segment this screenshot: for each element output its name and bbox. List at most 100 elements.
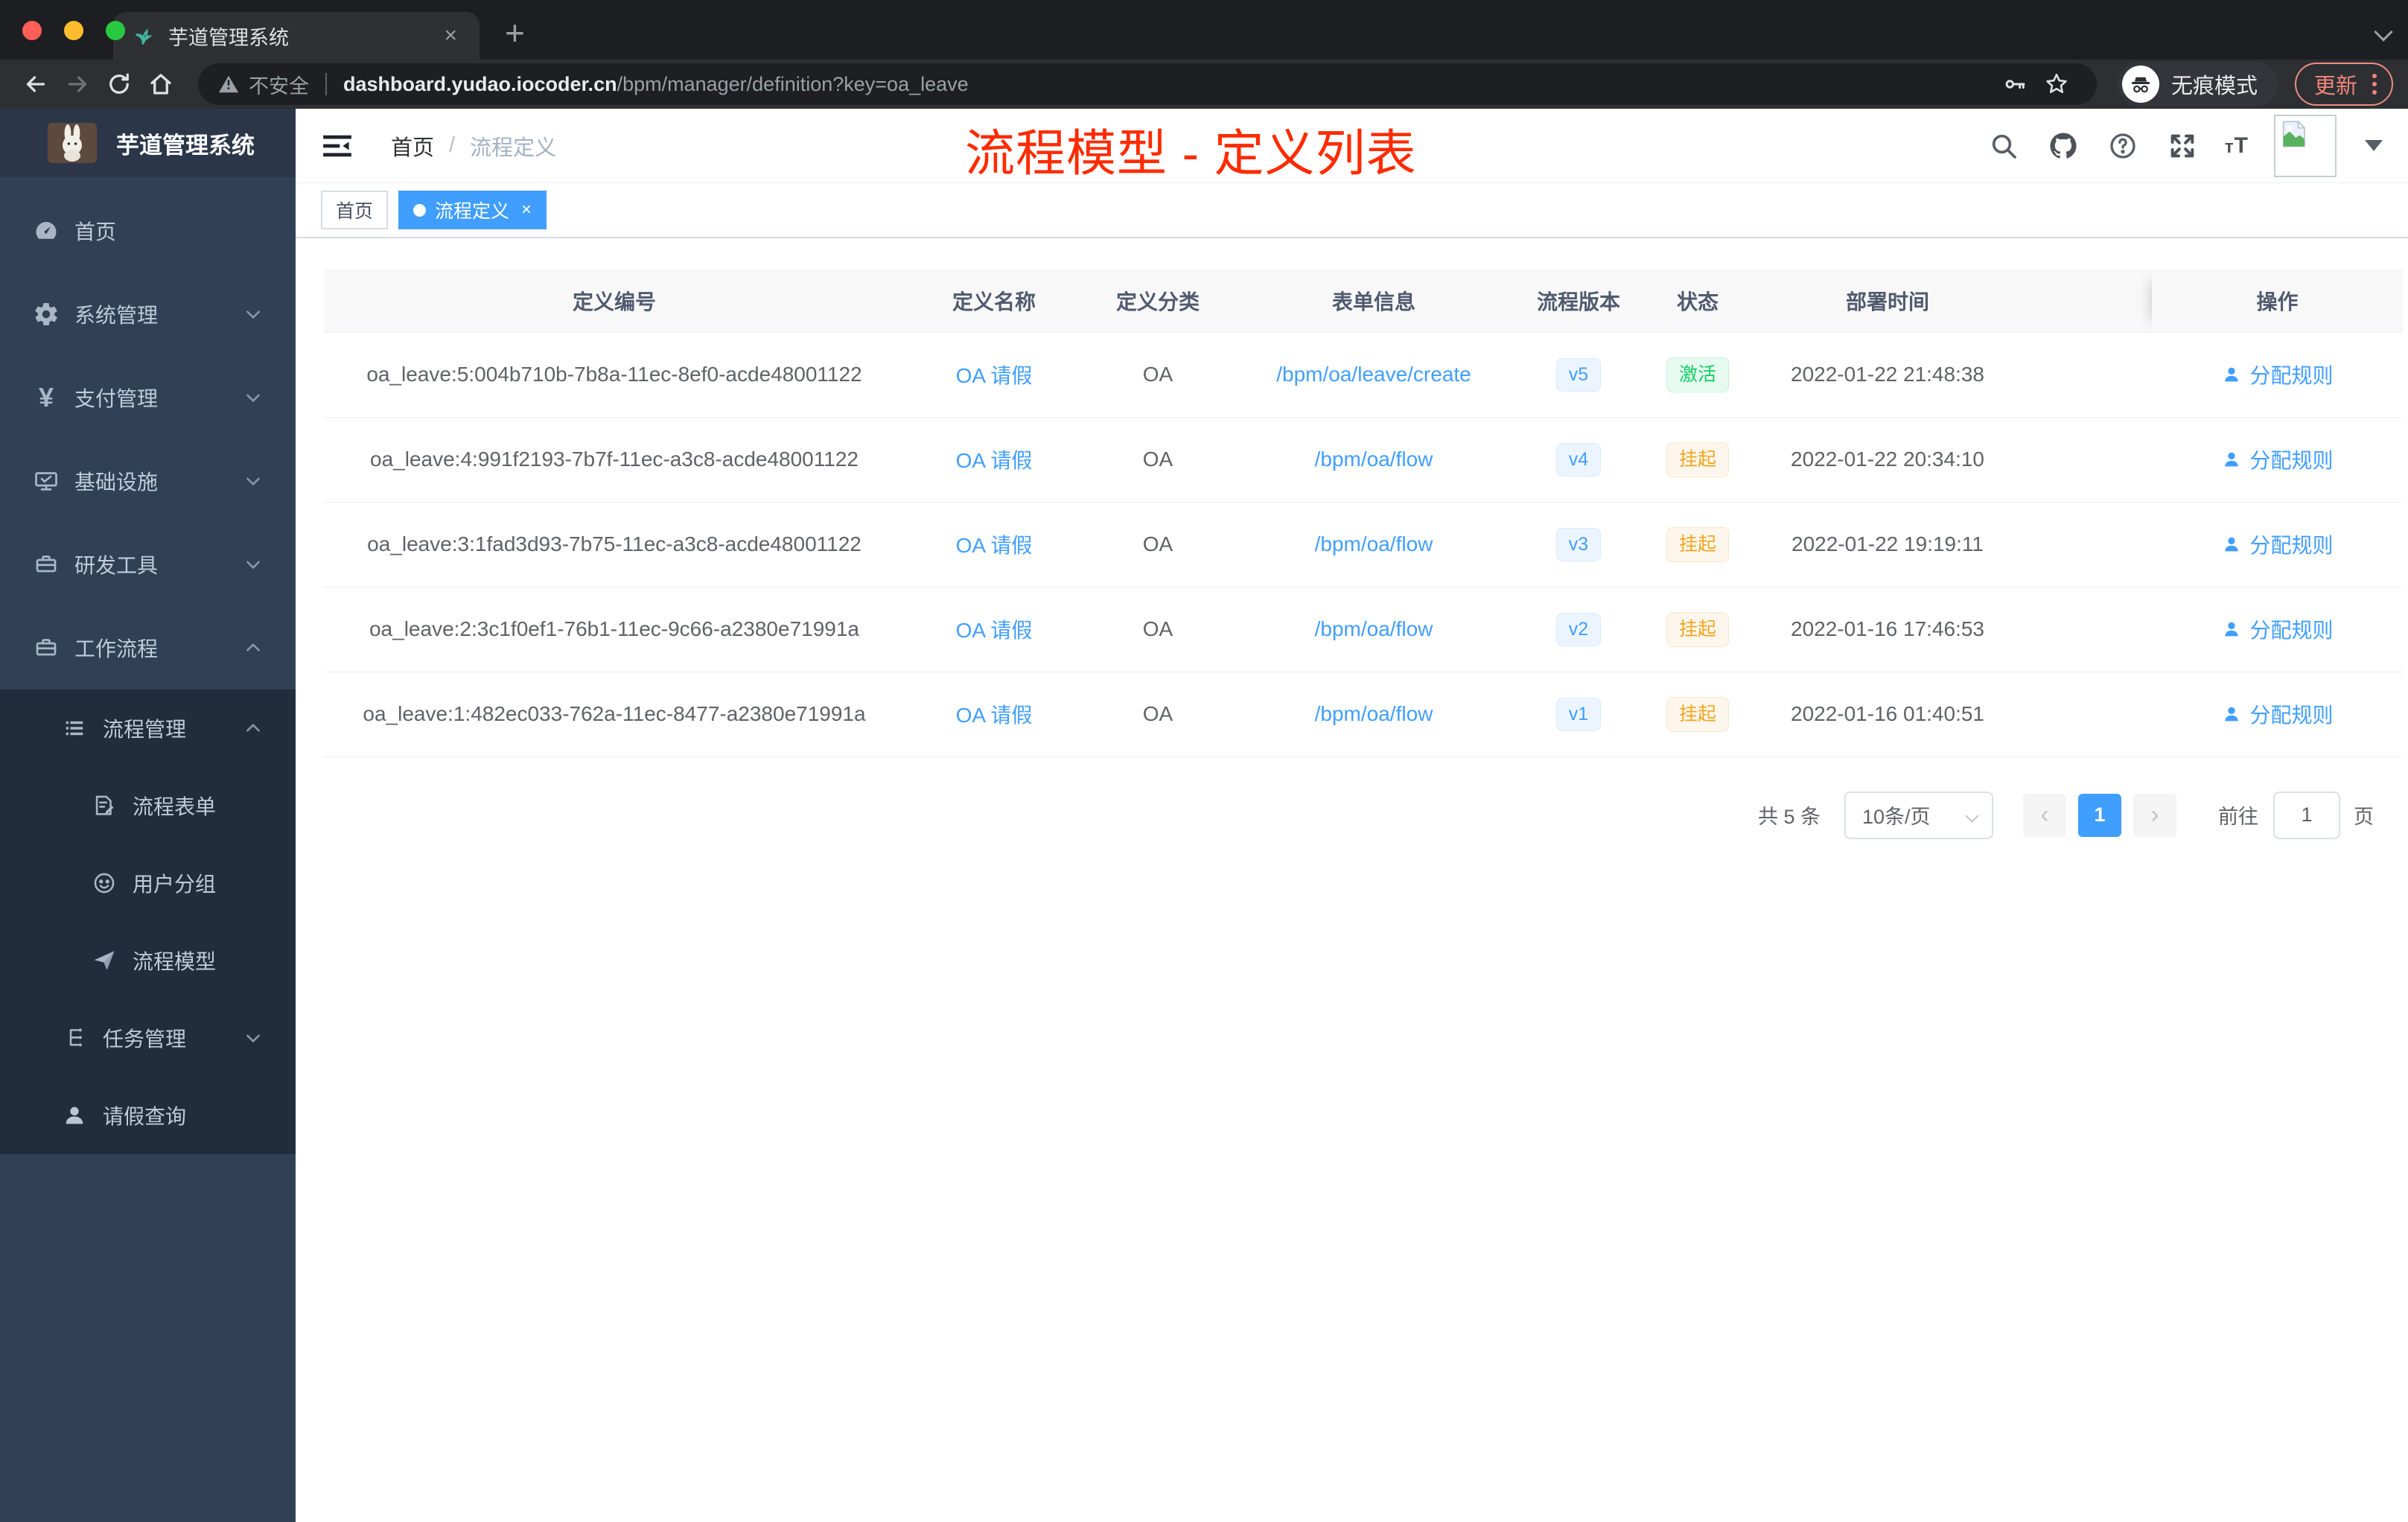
- assign-rule-button[interactable]: 分配规则: [2221, 614, 2334, 644]
- security-label[interactable]: 不安全: [249, 70, 309, 99]
- sidebar-item-process-model[interactable]: 流程模型: [0, 922, 296, 999]
- form-info-link[interactable]: /bpm/oa/flow: [1315, 617, 1433, 640]
- definition-name-link[interactable]: OA 请假: [956, 449, 1033, 472]
- sidebar-menu: 首页 系统管理 ¥ 支付管理 基础设施 研发工具 工作流程 流程管理 流程表单 …: [0, 177, 296, 1154]
- github-icon[interactable]: [2046, 129, 2080, 163]
- next-page-button[interactable]: ›: [2133, 793, 2176, 837]
- assign-rule-button[interactable]: 分配规则: [2221, 445, 2334, 474]
- sidebar-item-home[interactable]: 首页: [0, 189, 296, 273]
- search-icon[interactable]: [1987, 129, 2021, 163]
- send-icon: [88, 948, 121, 973]
- new-tab-button[interactable]: +: [505, 10, 525, 55]
- definition-id: oa_leave:4:991f2193-7b7f-11ec-a3c8-acde4…: [324, 417, 905, 503]
- sidebar-item-user-group[interactable]: 用户分组: [0, 844, 296, 922]
- version-badge: v1: [1555, 697, 1602, 731]
- avatar[interactable]: [2274, 114, 2337, 177]
- goto-page-input[interactable]: 1: [2273, 791, 2340, 839]
- page-number-current[interactable]: 1: [2078, 793, 2121, 837]
- definition-name-link[interactable]: OA 请假: [956, 534, 1033, 557]
- deploy-time: 2022-01-16 17:46:53: [1754, 587, 2022, 672]
- url-path[interactable]: /bpm/manager/definition?key=oa_leave: [617, 73, 969, 96]
- form-info-link[interactable]: /bpm/oa/flow: [1315, 702, 1433, 725]
- collapse-sidebar-icon[interactable]: [321, 130, 354, 162]
- assign-rule-button[interactable]: 分配规则: [2221, 529, 2334, 559]
- gear-icon: [30, 301, 63, 328]
- url-host[interactable]: dashboard.yudao.iocoder.cn: [343, 73, 617, 96]
- sidebar-item-payment[interactable]: ¥ 支付管理: [0, 356, 296, 439]
- tab-close-icon[interactable]: ×: [439, 23, 462, 48]
- definition-name-link[interactable]: OA 请假: [956, 364, 1033, 387]
- forward-icon[interactable]: [57, 63, 98, 105]
- chevron-down-icon: [243, 1028, 263, 1048]
- sidebar-item-system[interactable]: 系统管理: [0, 273, 296, 356]
- breadcrumb-home[interactable]: 首页: [391, 130, 434, 162]
- tag-close-icon[interactable]: ×: [521, 200, 532, 220]
- browser-tab[interactable]: 芋道管理系统 ×: [113, 12, 480, 60]
- broken-image-icon: [2282, 119, 2307, 147]
- sidebar-item-task-mgmt[interactable]: 任务管理: [0, 999, 296, 1077]
- help-icon[interactable]: [2106, 129, 2140, 163]
- sidebar-item-process-mgmt[interactable]: 流程管理: [0, 690, 296, 767]
- col-filler: [2022, 270, 2152, 333]
- sidebar-item-infra[interactable]: 基础设施: [0, 439, 296, 523]
- close-window-button[interactable]: [22, 21, 42, 40]
- update-button[interactable]: 更新: [2294, 63, 2393, 106]
- tag-process-definition[interactable]: 流程定义 ×: [398, 191, 547, 229]
- form-info-link[interactable]: /bpm/oa/leave/create: [1276, 363, 1471, 386]
- tab-search-chevron-icon[interactable]: [2374, 22, 2393, 42]
- font-size-icon[interactable]: тT: [2225, 133, 2249, 159]
- page-content: 定义编号 定义名称 定义分类 表单信息 流程版本 状态 部署时间 操作 oa_l…: [296, 238, 2408, 1522]
- total-count: 共 5 条: [1757, 806, 1821, 828]
- sidebar-item-leave-query[interactable]: 请假查询: [0, 1077, 296, 1154]
- table-header-row: 定义编号 定义名称 定义分类 表单信息 流程版本 状态 部署时间 操作: [324, 270, 2403, 333]
- fullscreen-icon[interactable]: [2165, 129, 2200, 163]
- col-definition-id: 定义编号: [324, 270, 905, 333]
- form-info-link[interactable]: /bpm/oa/flow: [1315, 532, 1433, 555]
- avatar-caret-icon[interactable]: [2365, 140, 2383, 151]
- back-icon[interactable]: [15, 63, 57, 105]
- browser-menu-icon[interactable]: [2372, 74, 2377, 95]
- workflow-submenu: 流程管理 流程表单 用户分组 流程模型 任务管理 请假查询: [0, 690, 296, 1154]
- prev-page-button[interactable]: ‹: [2023, 793, 2066, 837]
- definition-category: OA: [1083, 417, 1232, 503]
- col-status: 状态: [1642, 270, 1754, 333]
- form-info-link[interactable]: /bpm/oa/flow: [1315, 448, 1433, 471]
- page-size-select[interactable]: 10条/页: [1844, 791, 1993, 839]
- chevron-down-icon: [243, 471, 263, 491]
- version-badge: v3: [1555, 527, 1602, 561]
- chevron-up-icon: [243, 638, 263, 657]
- table-row: oa_leave:1:482ec033-762a-11ec-8477-a2380…: [324, 672, 2403, 757]
- app-logo-avatar: [48, 123, 97, 163]
- sidebar-item-process-form[interactable]: 流程表单: [0, 767, 296, 844]
- minimize-window-button[interactable]: [64, 21, 83, 40]
- window-controls[interactable]: [22, 21, 125, 40]
- key-icon[interactable]: [1994, 63, 2036, 105]
- tag-home[interactable]: 首页: [321, 191, 389, 229]
- home-icon[interactable]: [140, 63, 182, 105]
- version-badge: v2: [1555, 612, 1602, 646]
- col-form-info: 表单信息: [1232, 270, 1515, 333]
- pagination: 共 5 条 10条/页 ‹ 1 › 前往 1 页: [324, 791, 2380, 839]
- deploy-time: 2022-01-22 19:19:11: [1754, 502, 2022, 588]
- zoom-window-button[interactable]: [106, 21, 125, 40]
- user-icon: [2225, 537, 2239, 551]
- definition-name-link[interactable]: OA 请假: [956, 704, 1033, 727]
- sidebar-item-devtools[interactable]: 研发工具: [0, 523, 296, 606]
- assign-rule-button[interactable]: 分配规则: [2221, 699, 2334, 729]
- reload-icon[interactable]: [98, 63, 140, 105]
- address-bar[interactable]: 不安全 dashboard.yudao.iocoder.cn/bpm/manag…: [198, 63, 2097, 105]
- table-row: oa_leave:2:3c1f0ef1-76b1-11ec-9c66-a2380…: [324, 587, 2403, 672]
- toolbox-icon: [30, 634, 63, 661]
- bookmark-star-icon[interactable]: [2036, 63, 2077, 105]
- sidebar-logo-row[interactable]: 芋道管理系统: [0, 109, 296, 177]
- face-icon: [88, 870, 121, 896]
- version-badge: v5: [1555, 357, 1602, 392]
- assign-rule-button[interactable]: 分配规则: [2221, 360, 2334, 389]
- sidebar-item-workflow[interactable]: 工作流程: [0, 606, 296, 690]
- incognito-badge: 无痕模式: [2117, 62, 2278, 106]
- not-secure-warning-icon[interactable]: [217, 73, 240, 95]
- breadcrumb-current: 流程定义: [470, 136, 557, 160]
- definition-table: 定义编号 定义名称 定义分类 表单信息 流程版本 状态 部署时间 操作 oa_l…: [324, 270, 2403, 757]
- deploy-time: 2022-01-22 20:34:10: [1754, 417, 2022, 503]
- definition-name-link[interactable]: OA 请假: [956, 619, 1033, 642]
